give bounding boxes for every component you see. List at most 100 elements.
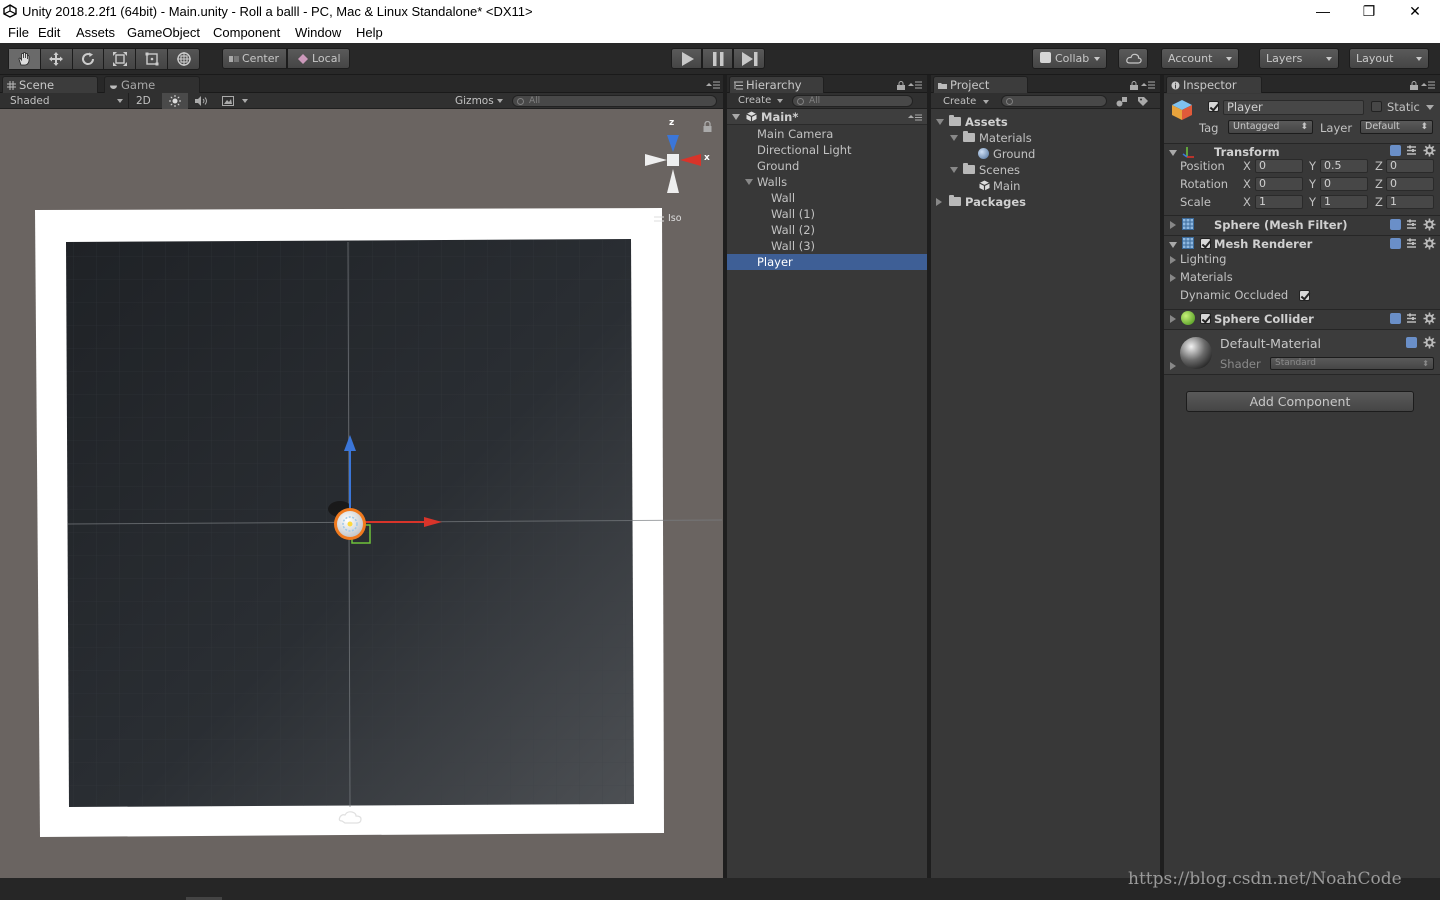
z-axis-label[interactable]: Z xyxy=(1375,177,1383,191)
collapse-arrow-icon[interactable] xyxy=(1169,150,1177,156)
tab-hierarchy[interactable]: Hierarchy xyxy=(729,76,824,93)
settings-gear-icon[interactable] xyxy=(1423,144,1436,157)
hand-tool-button[interactable] xyxy=(9,49,41,69)
settings-gear-icon[interactable] xyxy=(1423,312,1436,325)
x-axis-label[interactable]: X xyxy=(1243,195,1251,209)
mesh-filter-component-header[interactable]: Sphere (Mesh Filter) xyxy=(1164,216,1440,234)
panel-menu-icon[interactable] xyxy=(908,81,922,89)
scene-view[interactable]: z x Iso xyxy=(0,109,723,878)
lock-icon[interactable] xyxy=(897,81,905,90)
projection-label[interactable]: Iso xyxy=(668,213,682,224)
tag-dropdown[interactable]: Untagged ⬍ xyxy=(1228,120,1313,134)
layers-dropdown[interactable]: Layers xyxy=(1259,48,1339,69)
preset-icon[interactable] xyxy=(1406,313,1417,324)
expand-arrow-icon[interactable] xyxy=(1170,256,1176,264)
layout-dropdown[interactable]: Layout xyxy=(1349,48,1429,69)
menu-file[interactable]: File xyxy=(8,25,29,40)
project-asset-main-scene[interactable]: Main xyxy=(931,178,1160,194)
lighting-foldout[interactable]: Lighting xyxy=(1164,252,1440,268)
hierarchy-item-directional-light[interactable]: Directional Light xyxy=(727,142,927,158)
z-axis-label[interactable]: Z xyxy=(1375,159,1383,173)
toggle-2d-button[interactable]: 2D xyxy=(136,94,151,108)
z-axis-label[interactable]: Z xyxy=(1375,195,1383,209)
x-axis-label[interactable]: X xyxy=(1243,159,1251,173)
project-asset-ground-material[interactable]: Ground xyxy=(931,146,1160,162)
expand-arrow-icon[interactable] xyxy=(950,135,958,141)
panel-menu-icon[interactable] xyxy=(1141,81,1155,89)
project-folder-scenes[interactable]: Scenes xyxy=(931,162,1160,178)
expand-arrow-icon[interactable] xyxy=(950,167,958,173)
tab-project[interactable]: Project xyxy=(933,76,1028,93)
expand-arrow-icon[interactable] xyxy=(1170,362,1176,370)
y-axis-label[interactable]: Y xyxy=(1309,195,1316,209)
settings-gear-icon[interactable] xyxy=(1423,237,1436,250)
help-book-icon[interactable] xyxy=(1390,145,1401,156)
hierarchy-item-wall-2[interactable]: Wall (2) xyxy=(727,222,927,238)
transform-tool-button[interactable] xyxy=(168,49,199,69)
hierarchy-search-input[interactable]: All xyxy=(792,95,913,107)
hierarchy-item-wall-3[interactable]: Wall (3) xyxy=(727,238,927,254)
x-axis-label[interactable]: X xyxy=(1243,177,1251,191)
rotation-x-input[interactable]: 0 xyxy=(1255,177,1303,191)
collapse-arrow-icon[interactable] xyxy=(936,198,942,206)
panel-menu-icon[interactable] xyxy=(706,81,720,89)
tab-scene[interactable]: Scene xyxy=(2,76,98,93)
scale-y-input[interactable]: 1 xyxy=(1320,195,1368,209)
step-button[interactable] xyxy=(733,48,765,69)
help-book-icon[interactable] xyxy=(1390,313,1401,324)
lock-icon[interactable] xyxy=(1130,81,1138,90)
project-create-dropdown[interactable]: Create xyxy=(943,95,976,109)
lock-icon[interactable] xyxy=(703,121,712,132)
sphere-collider-component-header[interactable]: Sphere Collider xyxy=(1164,310,1440,328)
layer-dropdown[interactable]: Default ⬍ xyxy=(1360,120,1433,134)
sphere-collider-enabled-checkbox[interactable] xyxy=(1200,313,1211,324)
menu-help[interactable]: Help xyxy=(356,25,383,40)
cloud-button[interactable] xyxy=(1118,48,1148,69)
move-tool-button[interactable] xyxy=(41,49,73,69)
help-book-icon[interactable] xyxy=(1390,219,1401,230)
position-y-input[interactable]: 0.5 xyxy=(1320,159,1368,173)
hierarchy-item-main-camera[interactable]: Main Camera xyxy=(727,126,927,142)
settings-gear-icon[interactable] xyxy=(1423,336,1436,349)
active-checkbox[interactable] xyxy=(1208,101,1219,112)
scene-search-input[interactable]: All xyxy=(512,95,717,107)
hierarchy-item-wall-1[interactable]: Wall (1) xyxy=(727,206,927,222)
preset-icon[interactable] xyxy=(1406,238,1417,249)
collapse-arrow-icon[interactable] xyxy=(732,114,740,120)
expand-arrow-icon[interactable] xyxy=(1170,221,1176,229)
preset-icon[interactable] xyxy=(1406,219,1417,230)
settings-gear-icon[interactable] xyxy=(1423,218,1436,231)
account-dropdown[interactable]: Account xyxy=(1161,48,1239,69)
scale-tool-button[interactable] xyxy=(104,49,137,69)
mesh-renderer-enabled-checkbox[interactable] xyxy=(1200,238,1211,249)
mesh-renderer-component-header[interactable]: Mesh Renderer xyxy=(1164,235,1440,253)
materials-foldout[interactable]: Materials xyxy=(1164,270,1440,286)
preset-icon[interactable] xyxy=(1406,145,1417,156)
expand-arrow-icon[interactable] xyxy=(1170,315,1176,323)
y-axis-label[interactable]: Y xyxy=(1309,177,1316,191)
gizmos-dropdown[interactable]: Gizmos xyxy=(455,94,494,108)
rotate-tool-button[interactable] xyxy=(73,49,105,69)
effects-icon[interactable] xyxy=(222,96,234,106)
collapse-arrow-icon[interactable] xyxy=(1169,242,1177,248)
expand-arrow-icon[interactable] xyxy=(1170,274,1176,282)
add-component-button[interactable]: Add Component xyxy=(1186,391,1414,412)
collab-dropdown[interactable]: Collab xyxy=(1032,48,1107,69)
object-name-input[interactable]: Player xyxy=(1223,100,1364,115)
help-book-icon[interactable] xyxy=(1406,337,1417,348)
tab-game[interactable]: Game xyxy=(104,76,200,93)
static-dropdown-arrow-icon[interactable] xyxy=(1426,105,1434,110)
hierarchy-item-walls[interactable]: Walls xyxy=(727,174,927,190)
space-local-toggle[interactable]: Local xyxy=(287,48,350,69)
minimize-button[interactable]: — xyxy=(1310,2,1336,20)
pause-button[interactable] xyxy=(702,48,733,69)
dynamic-occluded-checkbox[interactable] xyxy=(1299,290,1310,301)
lighting-toggle[interactable] xyxy=(162,93,188,109)
menu-gameobject[interactable]: GameObject xyxy=(127,25,200,40)
position-z-input[interactable]: 0 xyxy=(1386,159,1434,173)
expand-arrow-icon[interactable] xyxy=(936,119,944,125)
shader-dropdown[interactable]: Standard ⬍ xyxy=(1270,357,1434,370)
hierarchy-item-ground[interactable]: Ground xyxy=(727,158,927,174)
rotation-z-input[interactable]: 0 xyxy=(1386,177,1434,191)
filter-by-type-icon[interactable] xyxy=(1116,96,1128,107)
